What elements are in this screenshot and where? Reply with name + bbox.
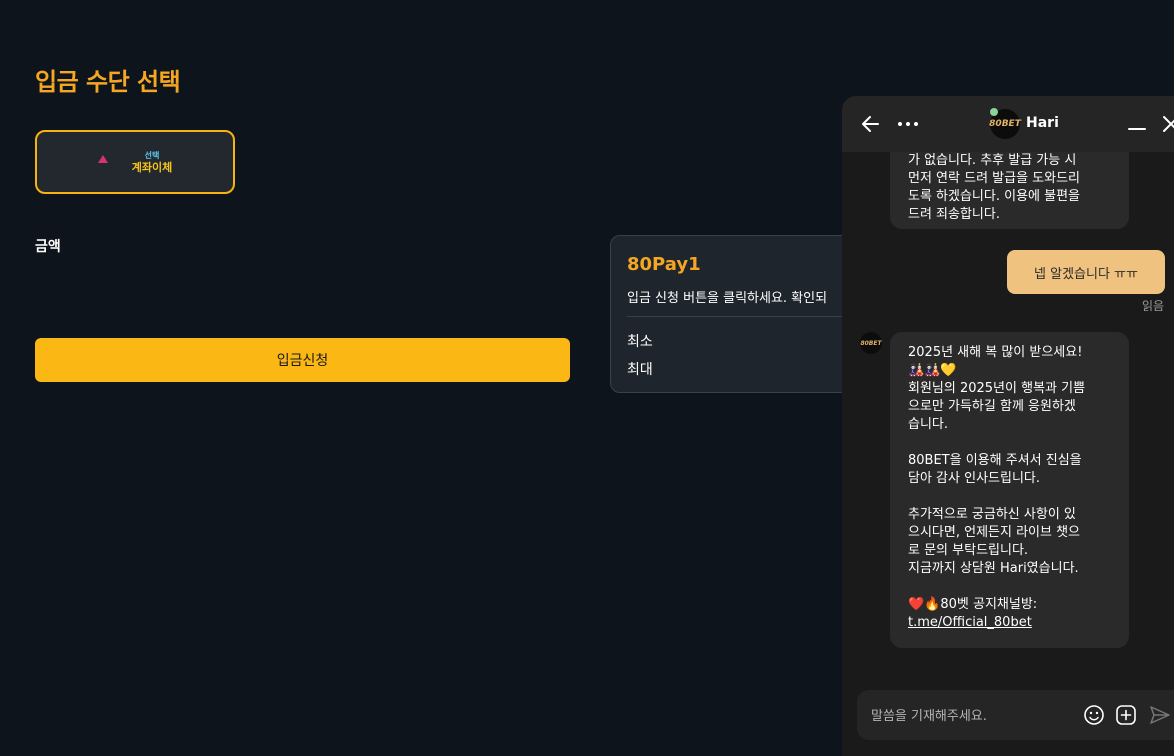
message-input[interactable]: [869, 704, 1073, 728]
agent-avatar: 80BET: [860, 332, 882, 354]
message-paragraph: 80BET을 이용해 주셔서 진심을 담아 감사 인사드립니다.: [908, 453, 1082, 486]
message-text: 넵 알겠습니다 ㅠㅠ: [1034, 266, 1138, 282]
attach-plus-icon[interactable]: [1115, 704, 1137, 726]
message-paragraph: 추가적으로 궁금하신 사항이 있 으시다면, 언제든지 라이브 챗으 로 문의 …: [908, 507, 1081, 576]
payment-provider-title: 80Pay1: [627, 254, 701, 275]
online-status-icon: [990, 108, 998, 116]
emoji-icon[interactable]: [1083, 704, 1105, 726]
notice-channel-link[interactable]: t.me/Official_80bet: [908, 615, 1032, 630]
agent-name: Hari: [1026, 115, 1059, 131]
payment-description: 입금 신청 버튼을 클릭하세요. 확인되: [627, 291, 828, 306]
back-arrow-icon[interactable]: [860, 113, 882, 135]
live-chat-widget: 가 없습니다. 추후 발급 가능 시 먼저 연락 드려 발급을 도와드리 도록 …: [842, 96, 1174, 756]
more-options-icon[interactable]: [896, 113, 920, 135]
user-message: 넵 알겠습니다 ㅠㅠ: [1007, 250, 1165, 294]
read-receipt: 읽음: [1142, 299, 1165, 313]
method-label: 계좌이체: [131, 160, 173, 174]
send-icon[interactable]: [1149, 704, 1171, 726]
divider: [627, 316, 871, 317]
deposit-request-button[interactable]: 입금신청: [35, 338, 570, 382]
message-text: 가 없습니다. 추후 발급 가능 시 먼저 연락 드려 발급을 도와드리 도록 …: [908, 153, 1081, 222]
agent-message: 2025년 새해 복 많이 받으세요! 🎎🎎💛 회원님의 2025년이 행복과 …: [890, 332, 1129, 648]
close-icon[interactable]: [1160, 113, 1174, 135]
bank-transfer-logo-icon: [97, 155, 108, 165]
method-small-label: 선택: [144, 150, 160, 160]
message-paragraph: 2025년 새해 복 많이 받으세요! 🎎🎎💛 회원님의 2025년이 행복과 …: [908, 345, 1086, 432]
amount-label: 금액: [35, 239, 61, 255]
max-amount-label: 최대: [627, 362, 653, 378]
payment-method-bank-transfer[interactable]: 선택 계좌이체: [35, 130, 235, 194]
minimize-icon[interactable]: [1126, 113, 1148, 135]
payment-info-card: 80Pay1 입금 신청 버튼을 클릭하세요. 확인되 최소 최대: [610, 235, 872, 393]
min-amount-label: 최소: [627, 334, 653, 350]
message-composer: [857, 690, 1174, 740]
message-paragraph: ❤️🔥80벳 공지채널방:: [908, 597, 1038, 612]
chat-header: 80BET Hari: [842, 96, 1174, 152]
page-title: 입금 수단 선택: [35, 68, 181, 96]
